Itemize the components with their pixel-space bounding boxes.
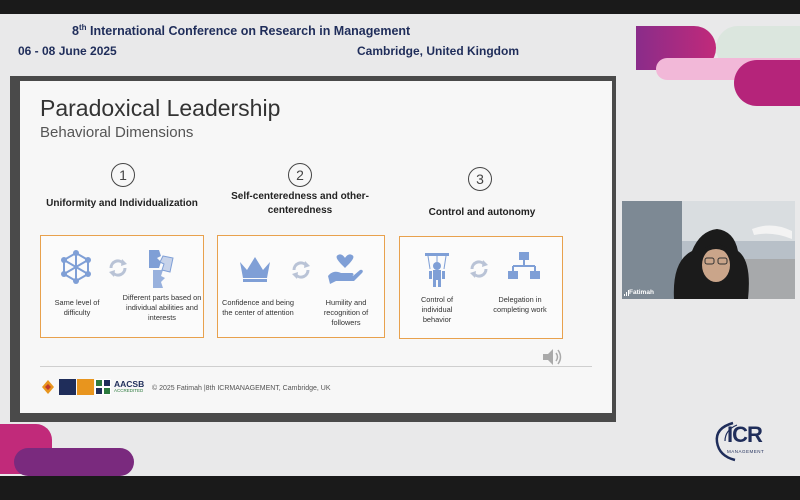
cycle-arrows-icon (109, 259, 127, 277)
decor-shape-bottom-left-2 (14, 448, 134, 476)
accreditation-logo-2 (77, 379, 94, 395)
conference-title: 8th International Conference on Research… (72, 23, 411, 39)
cycle-arrows-icon (292, 261, 310, 279)
puzzle-pieces-icon (149, 250, 174, 288)
logo-text: ICR (727, 422, 763, 447)
bottom-bar (0, 476, 800, 500)
dimension-number-1: 1 (111, 163, 135, 187)
presentation-slide: Paradoxical Leadership Behavioral Dimens… (20, 81, 612, 413)
participant-video-tile[interactable]: Fatimah (622, 201, 795, 299)
participant-name: Fatimah (629, 289, 654, 296)
dimension-box-2: Confidence and being the center of atten… (217, 235, 385, 338)
item-label-right: Delegation in completing work (493, 295, 547, 314)
item-label-left: Confidence and being the center of atten… (222, 298, 294, 317)
dimension-box-1: Same level of difficulty Different parts… (40, 235, 204, 338)
item-label-right: Different parts based on individual abil… (122, 293, 202, 322)
item-label-left: Control of individual behavior (420, 295, 454, 324)
dimension-title-3: Control and autonomy (428, 207, 536, 218)
conference-location: Cambridge, United Kingdom (357, 44, 519, 58)
hierarchy-icon (508, 252, 540, 279)
conference-dates: 06 - 08 June 2025 (18, 44, 117, 58)
item-label-right: Humility and recognition of followers (323, 298, 369, 327)
participant-video-feed (622, 201, 795, 299)
speaker-icon[interactable] (542, 348, 564, 366)
crown-icon (240, 257, 270, 282)
slide-footer-text: © 2025 Fatimah |8th ICRMANAGEMENT, Cambr… (152, 385, 331, 392)
dimension-number-2: 2 (288, 163, 312, 187)
heart-hand-icon (328, 254, 363, 284)
item-label-left: Same level of difficulty (54, 298, 100, 317)
university-logo-icon (42, 380, 54, 394)
footer-divider (40, 366, 592, 367)
decor-shape-right-2 (734, 60, 800, 106)
dimension-title-1: Uniformity and Individualization (46, 198, 198, 209)
cycle-arrows-icon (470, 260, 488, 278)
puppet-icon (425, 253, 449, 287)
dimension-title-2: Self-centeredness and other-centeredness (231, 191, 369, 216)
network-icon (61, 250, 91, 284)
top-bar (0, 0, 800, 14)
dimension-box-3: Control of individual behavior Delegatio… (399, 236, 563, 339)
aacsb-logo-icon (95, 379, 111, 395)
aacsb-text: AACSB ACCREDITED (114, 379, 145, 393)
icr-management-logo: ICR MANAGEMENT (713, 420, 771, 462)
dimension-number-3: 3 (468, 167, 492, 191)
logo-subtext: MANAGEMENT (727, 449, 765, 454)
slide-title: Paradoxical Leadership (40, 95, 281, 121)
slide-subtitle: Behavioral Dimensions (40, 124, 194, 141)
accreditation-logo-1 (59, 379, 76, 395)
